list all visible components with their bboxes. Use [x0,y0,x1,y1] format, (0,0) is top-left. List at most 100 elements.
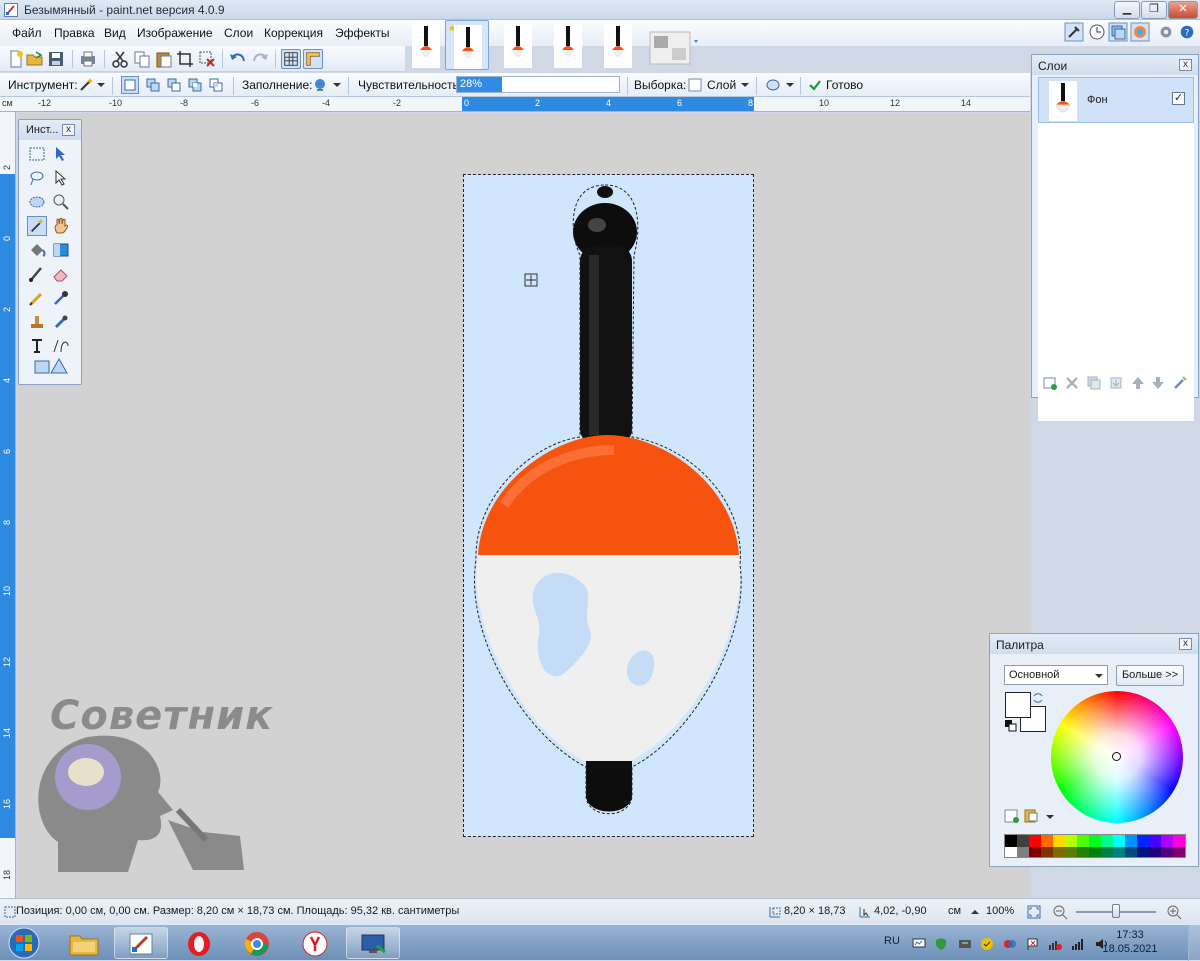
menu-file[interactable]: Файл [12,26,42,40]
rulers-toggle-icon[interactable] [303,49,323,69]
merge-layer-down-icon[interactable] [1108,375,1124,391]
fill-dropdown-caret[interactable] [333,83,341,87]
sampling-dropdown-caret[interactable] [741,83,749,87]
print-icon[interactable] [78,49,98,69]
antialias-dropdown-caret[interactable] [786,83,794,87]
copy-icon[interactable] [132,49,152,69]
lasso-select-icon[interactable] [27,168,47,188]
image-tab-6[interactable] [646,20,698,70]
selection-mode-intersect-icon[interactable] [208,77,224,93]
maximize-button[interactable]: ❐ [1141,1,1167,19]
paintbrush-icon[interactable] [27,264,47,284]
selection-mode-exclude-icon[interactable] [166,77,182,93]
more-colors-button[interactable]: Больше >> [1116,665,1184,686]
status-unit-selector[interactable]: см [948,905,961,917]
tray-monitor-icon[interactable] [912,937,926,951]
tool-dropdown-caret[interactable] [97,83,105,87]
menu-edit[interactable]: Правка [54,26,95,40]
paint-bucket-icon[interactable] [27,240,47,260]
pan-hand-icon[interactable] [51,216,71,236]
menu-image[interactable]: Изображение [137,26,213,40]
grid-toggle-icon[interactable] [281,49,301,69]
palette-swatches[interactable] [1004,834,1186,858]
taskbar-explorer[interactable] [56,927,110,959]
zoom-slider-thumb[interactable] [1112,904,1120,918]
taskbar-chrome[interactable] [230,927,284,959]
history-window-toggle-icon[interactable] [1087,22,1107,42]
layer-row-background[interactable]: Фон ✓ [1038,77,1194,123]
tools-window-header[interactable]: Инст... x [19,120,81,140]
clone-stamp-icon[interactable] [27,312,47,332]
image-tab-3[interactable] [496,20,540,70]
color-wheel-selector[interactable] [1112,752,1121,761]
image-tab-5[interactable] [596,20,640,70]
taskbar-remote-desktop[interactable] [346,927,400,959]
tray-clock-time[interactable]: 17:33 [1100,929,1160,941]
redo-icon[interactable] [250,49,270,69]
text-tool-icon[interactable] [27,336,47,356]
magic-wand-tool-icon[interactable] [27,216,47,236]
layer-sampling-icon[interactable] [688,78,702,92]
recolor-icon[interactable] [51,312,71,332]
tray-language[interactable]: RU [884,935,900,947]
move-selection-icon[interactable] [51,168,71,188]
minimize-button[interactable]: ▁ [1114,1,1140,19]
pencil-icon[interactable] [27,288,47,308]
add-layer-icon[interactable] [1042,375,1058,391]
tools-window-toggle-icon[interactable] [1064,22,1084,42]
zoom-in-icon[interactable] [1166,904,1182,920]
tray-security-icon[interactable] [934,937,948,951]
tray-flag-icon[interactable] [1026,937,1040,951]
status-zoom-value[interactable]: 100% [986,905,1014,917]
menu-view[interactable]: Вид [104,26,126,40]
close-window-button[interactable]: ✕ [1168,1,1198,19]
tray-network-blocked-icon[interactable] [1048,937,1062,951]
primary-color-swatch[interactable] [1005,692,1031,718]
palette-menu-icon[interactable] [1024,808,1040,824]
help-icon[interactable]: ? [1178,22,1196,42]
magic-wand-icon[interactable] [78,77,94,93]
sensitivity-slider[interactable]: 28% [456,76,620,93]
palette-window-close-button[interactable]: x [1179,638,1192,650]
tray-update-icon[interactable] [980,937,994,951]
tray-sync-icon[interactable] [1003,937,1017,951]
image-tab-1[interactable] [404,20,448,70]
eraser-icon[interactable] [51,264,71,284]
menu-layers[interactable]: Слои [224,26,253,40]
rectangle-select-icon[interactable] [27,144,47,164]
unit-dropdown-caret[interactable] [971,910,979,914]
zoom-out-icon[interactable] [1052,904,1068,920]
move-layer-up-icon[interactable] [1130,375,1146,391]
flood-mode-globe-icon[interactable] [312,77,328,93]
reset-colors-icon[interactable] [1005,720,1017,732]
selection-mode-union-icon[interactable] [145,77,161,93]
paste-icon[interactable] [154,49,174,69]
image-canvas[interactable] [463,174,754,837]
zoom-icon[interactable] [51,192,71,212]
antialias-icon[interactable] [765,77,781,93]
taskbar-opera[interactable] [172,927,226,959]
layer-visibility-checkbox[interactable]: ✓ [1172,92,1185,105]
layers-window-header[interactable]: Слои x [1032,55,1198,75]
palette-window-header[interactable]: Палитра x [990,634,1198,654]
selection-mode-replace-icon[interactable] [121,76,139,94]
swap-colors-icon[interactable] [1032,692,1044,704]
line-curve-icon[interactable] [51,336,71,356]
start-button-icon[interactable] [4,926,44,960]
add-color-to-palette-icon[interactable] [1004,808,1020,824]
show-desktop-button[interactable] [1188,925,1200,961]
color-wheel[interactable] [1051,691,1183,823]
delete-layer-icon[interactable] [1064,375,1080,391]
selection-mode-xor-icon[interactable] [187,77,203,93]
cut-icon[interactable] [110,49,130,69]
paintnet-app-icon[interactable] [4,3,18,17]
tray-clock-date[interactable]: 18.05.2021 [1100,943,1160,955]
tools-window-close-button[interactable]: x [62,124,75,136]
crop-to-selection-icon[interactable] [175,49,195,69]
tray-signal-icon[interactable] [1071,937,1085,951]
image-tab-4[interactable] [546,20,590,70]
ellipse-select-icon[interactable] [27,192,47,212]
settings-gear-icon[interactable] [1157,22,1175,42]
done-button[interactable]: Готово [826,78,863,92]
menu-adjustments[interactable]: Коррекция [264,26,323,40]
